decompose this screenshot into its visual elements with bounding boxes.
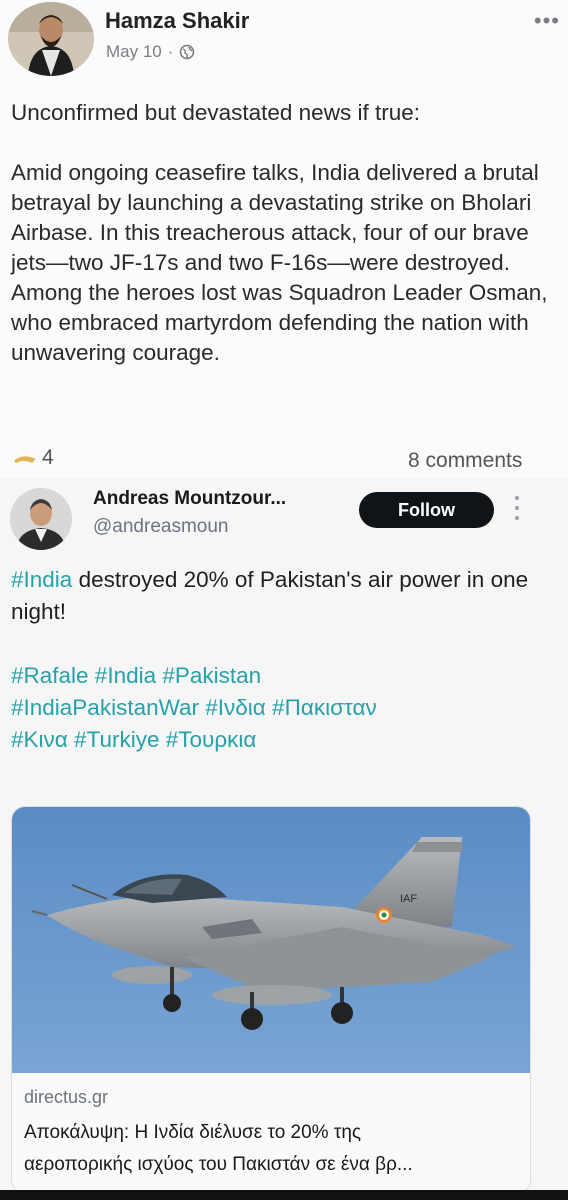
fuselage-marking: IAF (400, 893, 417, 905)
like-reaction-icon (14, 456, 36, 463)
meta-separator: · (167, 42, 174, 61)
tweet-body: #India destroyed 20% of Pakistan's air p… (11, 564, 541, 756)
card-domain[interactable]: directus.gr (24, 1087, 108, 1108)
author-avatar[interactable] (8, 2, 94, 76)
tweet: Andreas Mountzour... @andreasmoun Follow… (0, 478, 568, 1194)
card-title-line: αεροπορικής ισχύος του Πακιστάν σε ένα β… (24, 1154, 413, 1175)
hashtag-line[interactable]: #Κινα #Turkiye #Τουρκια (11, 724, 541, 756)
fighter-jet-image: IAF (12, 807, 530, 1073)
reaction-count: 4 (42, 446, 54, 469)
link-preview-card[interactable]: IAF directus.gr Αποκάλυψη: Η Ινδία διέλυ… (11, 806, 531, 1194)
post-paragraph: Unconfirmed but devastated news if true: (11, 100, 420, 125)
more-options-icon[interactable]: ••• (534, 8, 560, 34)
post-body: Unconfirmed but devastated news if true:… (11, 98, 556, 398)
post-date[interactable]: May 10 (106, 42, 162, 62)
author-name[interactable]: Hamza Shakir (105, 8, 249, 34)
post-paragraph: Amid ongoing ceasefire talks, India deli… (11, 160, 548, 365)
bottom-edge-bar (0, 1190, 568, 1200)
tweet-author-handle[interactable]: @andreasmoun (93, 516, 228, 538)
post-meta: May 10 · (106, 42, 195, 62)
tweet-line-main: #India destroyed 20% of Pakistan's air p… (11, 564, 541, 628)
hashtag-link[interactable]: #India (11, 567, 72, 592)
tweet-author-avatar[interactable] (10, 488, 72, 550)
tweet-text: destroyed 20% of Pakistan's air power in… (11, 567, 529, 624)
tweet-more-icon[interactable] (512, 496, 522, 520)
comments-count[interactable]: 8 comments (408, 449, 522, 473)
reactions[interactable]: 4 (12, 446, 54, 470)
facebook-post: Hamza Shakir May 10 · ••• Unconfirmed bu… (0, 0, 568, 478)
hashtag-line[interactable]: #IndiaPakistanWar #Ινδια #Πακισταν (11, 692, 541, 724)
card-title-line: Αποκάλυψη: Η Ινδία διέλυσε το 20% της (24, 1122, 362, 1143)
card-title[interactable]: Αποκάλυψη: Η Ινδία διέλυσε το 20% της αε… (24, 1117, 524, 1181)
post-footer: 4 8 comments (0, 440, 568, 474)
hashtag-line[interactable]: #Rafale #India #Pakistan (11, 660, 541, 692)
tweet-author-name[interactable]: Andreas Mountzour... (93, 488, 286, 510)
follow-button[interactable]: Follow (359, 492, 494, 528)
globe-icon (180, 44, 195, 60)
